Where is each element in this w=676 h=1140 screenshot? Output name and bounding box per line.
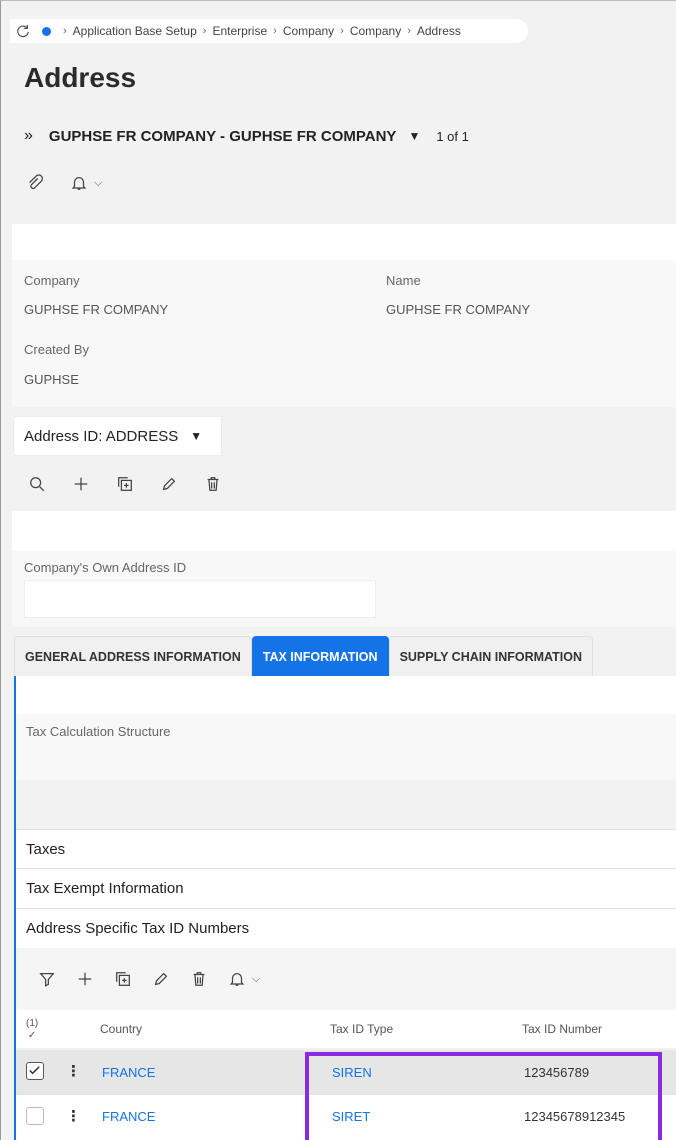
- section-tax-exempt[interactable]: Tax Exempt Information: [16, 868, 676, 908]
- attachment-icon[interactable]: [24, 172, 46, 194]
- edit-icon[interactable]: [150, 968, 172, 990]
- own-address-field[interactable]: [24, 580, 376, 618]
- annotation-highlight-box: [305, 1052, 662, 1140]
- own-address-panel: Company's Own Address ID: [12, 511, 676, 627]
- row-menu-icon[interactable]: ⋮: [66, 1062, 81, 1080]
- tax-info-panel: Tax Calculation Structure: [16, 676, 676, 828]
- delete-icon[interactable]: [202, 473, 224, 495]
- refresh-icon[interactable]: [16, 24, 30, 38]
- address-id-dropdown[interactable]: Address ID: ADDRESS ▼: [14, 417, 221, 455]
- home-dot-icon[interactable]: [42, 26, 51, 36]
- row-checkbox[interactable]: [26, 1062, 44, 1080]
- company-panel: Company GUPHSE FR COMPANY Name GUPHSE FR…: [12, 224, 676, 407]
- section-address-tax-ids[interactable]: Address Specific Tax ID Numbers: [16, 908, 676, 948]
- section-taxes[interactable]: Taxes: [16, 829, 676, 869]
- delete-icon[interactable]: [188, 968, 210, 990]
- breadcrumb-item[interactable]: Enterprise: [212, 24, 267, 38]
- column-tax-id-number[interactable]: Tax ID Number: [522, 1022, 602, 1036]
- address-id-label[interactable]: Address ID: ADDRESS: [24, 428, 178, 445]
- breadcrumb: › Application Base Setup › Enterprise › …: [10, 19, 528, 43]
- bell-icon[interactable]: [68, 172, 90, 194]
- record-count: 1 of 1: [436, 128, 469, 144]
- bell-icon[interactable]: [226, 968, 248, 990]
- tab-supply-chain[interactable]: SUPPLY CHAIN INFORMATION: [388, 636, 593, 676]
- expand-icon[interactable]: »: [24, 127, 33, 145]
- tab-general-address[interactable]: GENERAL ADDRESS INFORMATION: [14, 636, 252, 676]
- row-menu-icon[interactable]: ⋮: [66, 1107, 81, 1125]
- search-icon[interactable]: [26, 473, 48, 495]
- tab-bar: GENERAL ADDRESS INFORMATION TAX INFORMAT…: [14, 636, 593, 676]
- breadcrumb-item[interactable]: Company: [283, 24, 334, 38]
- table-toolbar: ⌵: [36, 968, 260, 990]
- selected-count-label: (1): [26, 1018, 39, 1029]
- company-value: GUPHSE FR COMPANY: [24, 302, 169, 317]
- chevron-down-icon[interactable]: ⌵: [252, 973, 260, 986]
- chevron-right-icon: ›: [63, 25, 67, 37]
- created-by-value: GUPHSE: [24, 372, 79, 387]
- plus-icon[interactable]: [70, 473, 92, 495]
- country-link[interactable]: FRANCE: [102, 1065, 155, 1080]
- record-label[interactable]: GUPHSE FR COMPANY - GUPHSE FR COMPANY: [49, 128, 397, 145]
- name-value: GUPHSE FR COMPANY: [386, 302, 531, 317]
- row-checkbox[interactable]: [26, 1107, 44, 1125]
- caret-down-icon[interactable]: ▼: [408, 129, 420, 143]
- name-label: Name: [386, 273, 421, 288]
- page-title: Address: [24, 62, 137, 93]
- created-by-label: Created By: [24, 342, 90, 357]
- check-icon: ✓: [27, 1030, 37, 1041]
- record-toolbar: ⌵: [24, 172, 102, 194]
- plus-icon[interactable]: [74, 968, 96, 990]
- tab-tax-information[interactable]: TAX INFORMATION: [251, 636, 389, 676]
- chevron-right-icon: ›: [340, 25, 344, 37]
- country-link[interactable]: FRANCE: [102, 1109, 155, 1124]
- address-toolbar: [26, 473, 246, 495]
- breadcrumb-item[interactable]: Company: [350, 24, 401, 38]
- company-label: Company: [24, 273, 80, 288]
- duplicate-icon[interactable]: [112, 968, 134, 990]
- breadcrumb-item-current: Address: [416, 24, 461, 38]
- chevron-right-icon: ›: [273, 25, 277, 37]
- record-selector[interactable]: » GUPHSE FR COMPANY - GUPHSE FR COMPANY …: [24, 127, 469, 145]
- own-address-label: Company's Own Address ID: [24, 560, 187, 575]
- column-country[interactable]: Country: [100, 1022, 142, 1036]
- column-tax-id-type[interactable]: Tax ID Type: [330, 1022, 393, 1036]
- duplicate-icon[interactable]: [114, 473, 136, 495]
- table-header: (1) ✓ Country Tax ID Type Tax ID Number: [16, 1010, 676, 1048]
- tax-calc-label: Tax Calculation Structure: [26, 724, 171, 739]
- filter-icon[interactable]: [36, 968, 58, 990]
- chevron-right-icon: ›: [407, 25, 411, 37]
- selected-count[interactable]: (1) ✓: [26, 1018, 38, 1042]
- chevron-right-icon: ›: [202, 25, 207, 37]
- caret-down-icon[interactable]: ▼: [190, 429, 202, 443]
- breadcrumb-item[interactable]: Application Base Setup: [73, 24, 197, 38]
- edit-icon[interactable]: [158, 473, 180, 495]
- check-icon: [29, 1066, 40, 1075]
- chevron-down-icon[interactable]: ⌵: [94, 177, 102, 190]
